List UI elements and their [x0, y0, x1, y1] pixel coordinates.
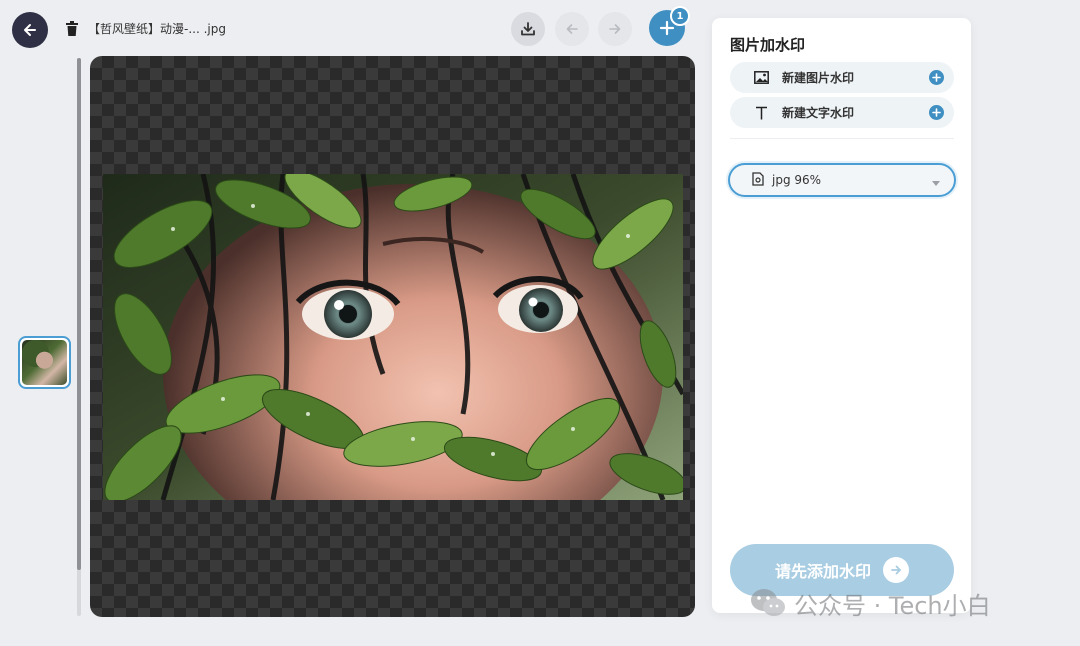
undo-button[interactable]: [555, 12, 589, 46]
back-button[interactable]: [12, 12, 48, 48]
plus-circle-icon: [929, 70, 944, 85]
caret-down-icon: [932, 171, 940, 190]
source-watermark: 公众号 · Tech小白: [750, 585, 991, 621]
thumbnail-scrollbar-thumb[interactable]: [77, 58, 81, 570]
arrow-left-icon: [566, 24, 578, 34]
download-button[interactable]: [511, 12, 545, 46]
arrow-right-icon: [883, 557, 909, 583]
plus-circle-icon: [929, 105, 944, 120]
panel-divider: [730, 138, 954, 139]
image-thumbnail[interactable]: [18, 336, 71, 389]
anime-artwork-image: [103, 174, 683, 500]
wechat-icon: [751, 589, 785, 616]
arrow-left-icon: [24, 24, 36, 36]
image-count-badge: 1: [670, 6, 690, 26]
source-watermark-text: 公众号 · Tech小白: [794, 591, 991, 620]
trash-icon[interactable]: [65, 21, 79, 37]
file-settings-icon: [752, 171, 764, 190]
arrow-right-icon: [609, 24, 621, 34]
image-icon: [752, 71, 770, 84]
app-window: 【哲风壁纸】动漫-... .jpg 1 图片加水印 新建图片水印 新建文字水印 …: [0, 0, 1080, 646]
format-value: jpg 96%: [772, 173, 822, 187]
file-name: 【哲风壁纸】动漫-... .jpg: [88, 22, 226, 36]
new-text-watermark-label: 新建文字水印: [782, 106, 855, 120]
redo-button[interactable]: [598, 12, 632, 46]
new-text-watermark-button[interactable]: 新建文字水印: [730, 97, 954, 128]
image-canvas[interactable]: [90, 56, 695, 617]
text-icon: [752, 106, 770, 120]
output-format-select[interactable]: jpg 96%: [728, 163, 956, 197]
download-icon: [521, 22, 535, 36]
apply-watermark-label: 请先添加水印: [774, 562, 871, 581]
new-image-watermark-label: 新建图片水印: [782, 71, 855, 85]
thumbnail-image: [22, 340, 67, 385]
new-image-watermark-button[interactable]: 新建图片水印: [730, 62, 954, 93]
watermark-panel: 图片加水印 新建图片水印 新建文字水印 jpg 96% 请先添加水印: [712, 18, 971, 613]
panel-title: 图片加水印: [730, 36, 806, 54]
